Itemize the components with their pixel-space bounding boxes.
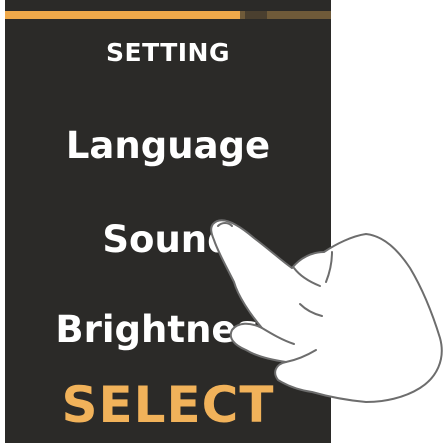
menu-item-brightness[interactable]: Brightness bbox=[5, 308, 331, 351]
select-button[interactable]: SELECT bbox=[5, 376, 331, 434]
screenshot-scene: SETTING Language Sound Brightness SELECT bbox=[0, 0, 447, 443]
progress-bar-fill bbox=[5, 11, 240, 19]
menu-item-sound[interactable]: Sound bbox=[5, 218, 331, 261]
settings-screen: SETTING Language Sound Brightness SELECT bbox=[5, 0, 331, 443]
page-title: SETTING bbox=[105, 38, 230, 67]
progress-bar bbox=[5, 11, 331, 19]
menu-item-language[interactable]: Language bbox=[5, 124, 331, 167]
progress-bar-marker bbox=[245, 11, 267, 19]
